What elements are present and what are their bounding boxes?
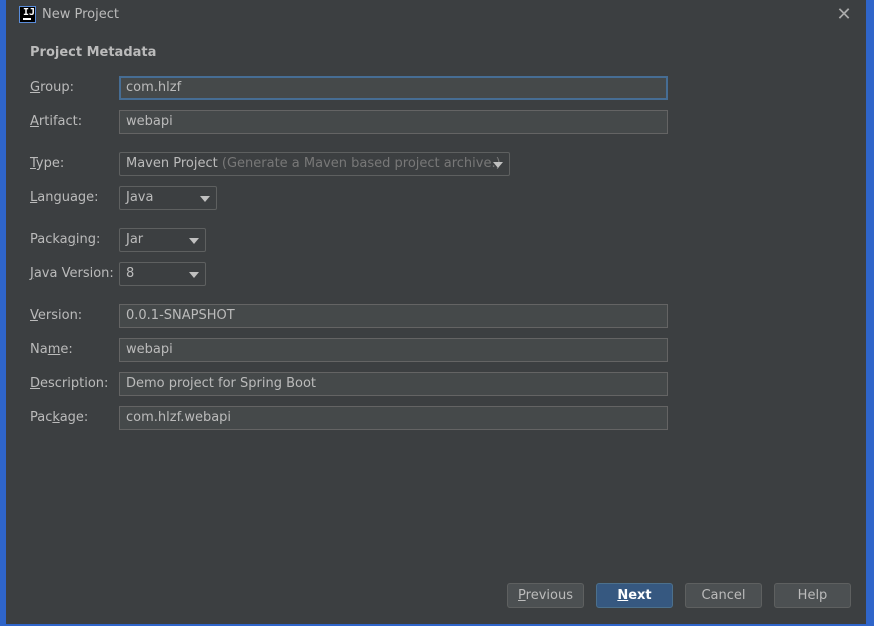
intellij-idea-icon: IJ [19, 6, 36, 23]
chevron-down-icon [189, 238, 199, 244]
next-button[interactable]: Next [596, 583, 673, 608]
language-selected-value: Java [126, 190, 154, 205]
chevron-down-icon [200, 196, 210, 202]
type-dropdown[interactable]: Maven Project (Generate a Maven based pr… [119, 152, 510, 176]
title-bar[interactable]: IJ New Project ✕ [6, 0, 866, 30]
language-dropdown[interactable]: Java [119, 186, 217, 210]
packaging-dropdown[interactable]: Jar [119, 228, 206, 252]
name-label: Name: [30, 342, 73, 357]
java-version-label: Java Version: [30, 266, 114, 281]
chevron-down-icon [493, 162, 503, 168]
java-version-selected-value: 8 [126, 266, 135, 281]
version-field[interactable]: 0.0.1-SNAPSHOT [119, 304, 668, 328]
close-icon[interactable]: ✕ [834, 5, 854, 25]
package-field[interactable]: com.hlzf.webapi [119, 406, 668, 430]
name-field[interactable]: webapi [119, 338, 668, 362]
type-hint: (Generate a Maven based project archive.… [221, 156, 501, 171]
description-label: Description: [30, 376, 109, 391]
language-label: Language: [30, 190, 99, 205]
type-selected-value: Maven Project [126, 156, 218, 171]
packaging-selected-value: Jar [126, 232, 144, 247]
window-title: New Project [42, 7, 119, 22]
type-label: Type: [30, 156, 65, 171]
java-version-dropdown[interactable]: 8 [119, 262, 206, 286]
chevron-down-icon [189, 272, 199, 278]
group-field[interactable]: com.hlzf [119, 76, 668, 100]
help-button[interactable]: Help [774, 583, 851, 608]
group-label: Group: [30, 80, 74, 95]
section-title: Project Metadata [30, 45, 157, 60]
packaging-label: Packaging: [30, 232, 101, 247]
package-label: Package: [30, 410, 89, 425]
previous-button[interactable]: Previous [507, 583, 584, 608]
artifact-field[interactable]: webapi [119, 110, 668, 134]
cancel-button[interactable]: Cancel [685, 583, 762, 608]
artifact-label: Artifact: [30, 114, 83, 129]
description-field[interactable]: Demo project for Spring Boot [119, 372, 668, 396]
version-label: Version: [30, 308, 83, 323]
